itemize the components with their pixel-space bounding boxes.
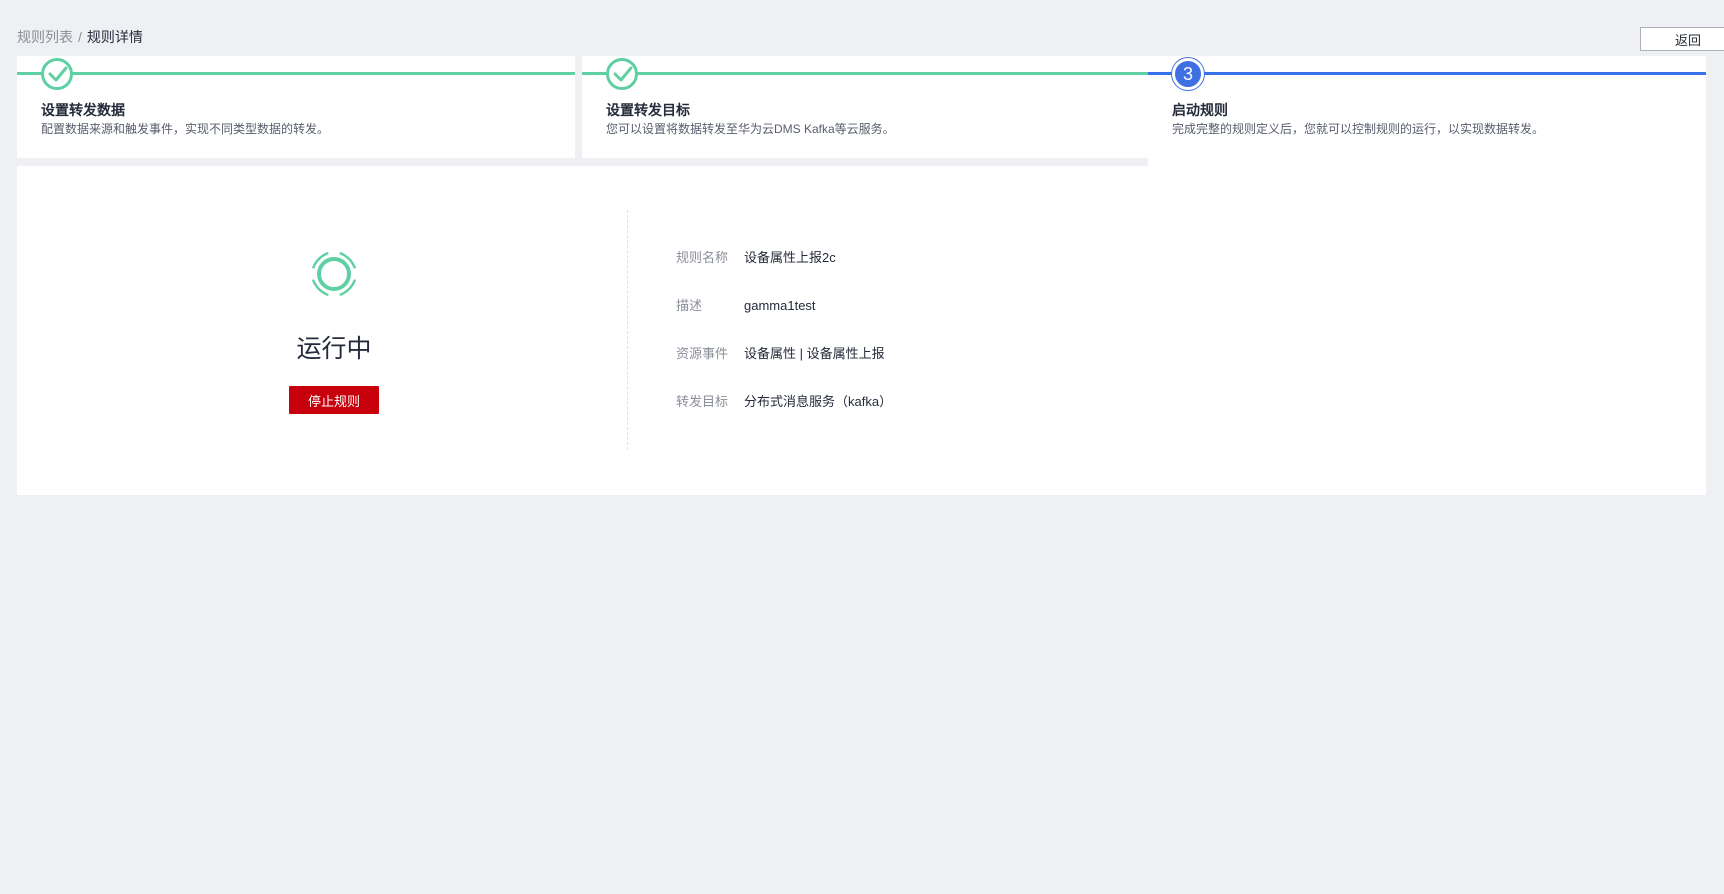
- info-row-forward-target: 转发目标 分布式消息服务（kafka）: [676, 392, 892, 412]
- info-value: 设备属性上报2c: [744, 250, 836, 265]
- info-value: gamma1test: [744, 298, 816, 313]
- info-row-resource-event: 资源事件 设备属性 | 设备属性上报: [676, 344, 885, 364]
- step-number-circle: 3: [1172, 58, 1204, 90]
- step-description: 完成完整的规则定义后，您就可以控制规则的运行，以实现数据转发。: [1172, 122, 1545, 136]
- breadcrumb-current: 规则详情: [86, 29, 143, 45]
- step-progress-line: [582, 72, 1157, 75]
- info-label: 描述: [676, 298, 703, 313]
- info-label: 规则名称: [676, 250, 729, 265]
- panel-divider: [627, 210, 628, 450]
- breadcrumb-rule-list-link[interactable]: 规则列表: [17, 29, 73, 45]
- info-value: 设备属性 | 设备属性上报: [744, 346, 885, 361]
- steps-bar: 设置转发数据 配置数据来源和触发事件，实现不同类型数据的转发。 设置转发目标 您…: [17, 56, 1706, 166]
- step-set-forward-data: 设置转发数据 配置数据来源和触发事件，实现不同类型数据的转发。: [17, 56, 575, 158]
- step-progress-line: [1148, 72, 1706, 75]
- info-value: 分布式消息服务（kafka）: [744, 394, 893, 409]
- running-status-icon: [312, 252, 356, 296]
- step-done-circle: [41, 58, 73, 90]
- step-start-rule: 3 启动规则 完成完整的规则定义后，您就可以控制规则的运行，以实现数据转发。: [1148, 56, 1706, 166]
- info-label: 资源事件: [676, 346, 729, 361]
- stop-rule-button[interactable]: 停止规则: [289, 386, 379, 414]
- check-icon: [613, 66, 633, 82]
- breadcrumb-separator: /: [78, 29, 82, 45]
- step-description: 您可以设置将数据转发至华为云DMS Kafka等云服务。: [606, 122, 895, 136]
- step-title: 启动规则: [1172, 102, 1228, 118]
- rule-status-panel: 运行中 停止规则 规则名称 设备属性上报2c 描述 gamma1test 资源事件设…: [17, 166, 1706, 495]
- step-title: 设置转发目标: [606, 102, 690, 118]
- info-row-rule-name: 规则名称 设备属性上报2c: [676, 248, 836, 268]
- info-label: 转发目标: [676, 394, 729, 409]
- step-description: 配置数据来源和触发事件，实现不同类型数据的转发。: [41, 122, 330, 136]
- step-progress-line: [17, 72, 575, 75]
- back-button[interactable]: 返回: [1640, 27, 1724, 51]
- check-icon: [48, 66, 68, 82]
- rule-status-text: 运行中: [296, 335, 372, 363]
- step-done-circle: [606, 58, 638, 90]
- step-title: 设置转发数据: [41, 102, 125, 118]
- step-set-forward-target: 设置转发目标 您可以设置将数据转发至华为云DMS Kafka等云服务。: [582, 56, 1157, 158]
- info-row-description: 描述 gamma1test: [676, 296, 816, 316]
- breadcrumb: 规则列表 / 规则详情: [17, 28, 143, 46]
